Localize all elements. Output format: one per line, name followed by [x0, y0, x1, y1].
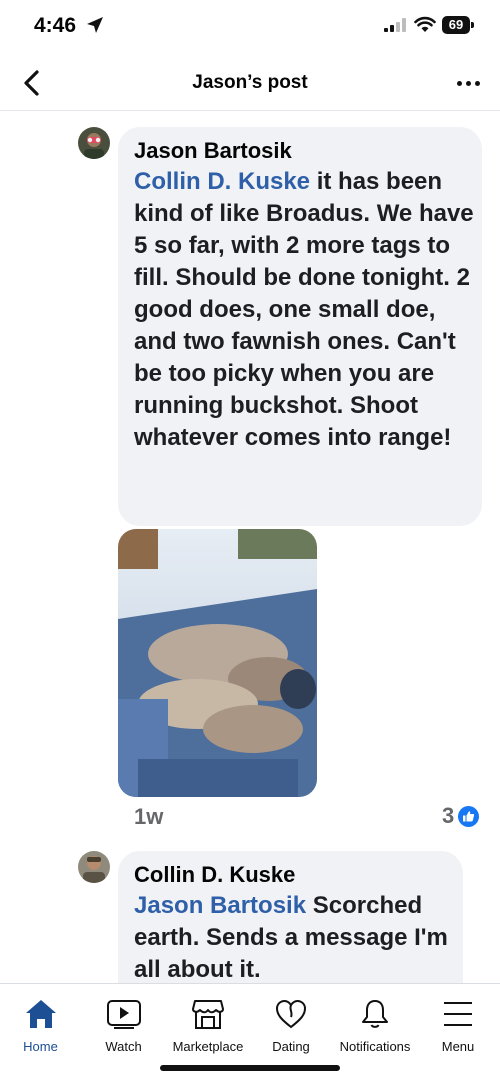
location-arrow-icon — [87, 17, 103, 33]
marketplace-icon — [192, 1000, 224, 1029]
photo-image — [118, 529, 317, 797]
reaction-summary[interactable]: 3 — [442, 803, 480, 829]
tab-dating[interactable]: Dating — [252, 984, 330, 1064]
mention-link[interactable]: Jason Bartosik — [134, 892, 306, 919]
comment-body: it has been kind of like Broadus. We hav… — [134, 168, 474, 451]
tab-label: Menu — [441, 1039, 475, 1054]
mention-link[interactable]: Collin D. Kuske — [134, 168, 310, 195]
tab-label: Notifications — [339, 1039, 411, 1054]
tab-label: Watch — [105, 1039, 142, 1054]
tab-watch[interactable]: Watch — [83, 984, 164, 1064]
tab-label: Home — [23, 1039, 58, 1054]
battery-level: 69 — [448, 17, 464, 32]
dating-icon — [275, 999, 307, 1029]
cellular-signal-icon — [384, 18, 406, 32]
tab-home[interactable]: Home — [0, 984, 81, 1064]
more-options-icon[interactable] — [454, 68, 484, 98]
battery-indicator: 69 — [442, 16, 470, 34]
tab-marketplace[interactable]: Marketplace — [166, 984, 250, 1064]
menu-icon — [444, 1002, 472, 1026]
comment-timestamp: 1w — [134, 804, 164, 829]
avatar-collin-kuske[interactable] — [78, 851, 110, 883]
reaction-count: 3 — [442, 803, 455, 828]
comment-bubble: Jason Bartosik Collin D. Kuske it has be… — [118, 127, 482, 526]
bell-icon — [362, 1000, 388, 1028]
avatar-jason-bartosik[interactable] — [78, 127, 110, 159]
post-header: Jason’s post — [0, 56, 500, 111]
avatar-photo — [78, 851, 110, 883]
tab-notifications[interactable]: Notifications — [332, 984, 418, 1064]
status-bar: 4:46 69 — [0, 0, 500, 56]
watch-icon — [106, 1000, 141, 1029]
tab-menu[interactable]: Menu — [420, 984, 496, 1064]
wifi-icon — [414, 16, 436, 32]
battery-cap — [471, 22, 474, 28]
comment-author[interactable]: Collin D. Kuske — [134, 860, 454, 890]
like-reaction-icon — [458, 805, 480, 827]
home-indicator — [160, 1065, 340, 1071]
avatar-photo — [78, 127, 110, 159]
status-time: 4:46 — [34, 14, 77, 37]
page-title: Jason’s post — [192, 72, 308, 93]
comment-photo[interactable] — [118, 529, 317, 797]
tab-label: Marketplace — [172, 1039, 244, 1054]
comment-author[interactable]: Jason Bartosik — [134, 136, 474, 166]
tab-label: Dating — [272, 1039, 310, 1054]
comment-text: Jason Bartosik Scorched earth. Sends a m… — [134, 890, 454, 986]
comment-text: Collin D. Kuske it has been kind of like… — [134, 166, 474, 454]
home-icon — [25, 1000, 56, 1028]
